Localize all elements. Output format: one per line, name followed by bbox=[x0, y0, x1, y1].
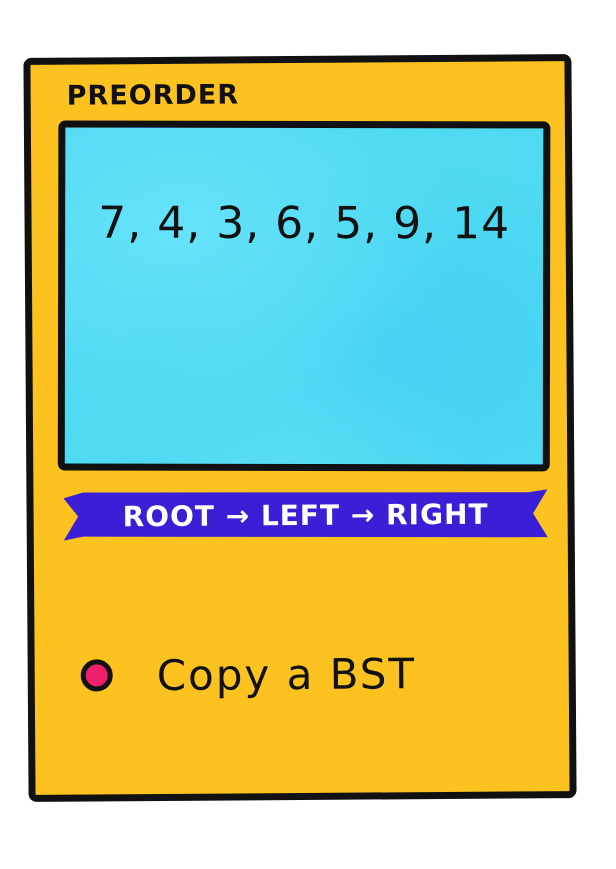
sequence-panel: 7, 4, 3, 6, 5, 9, 14 bbox=[57, 120, 551, 472]
traversal-sequence: 7, 4, 3, 6, 5, 9, 14 bbox=[98, 197, 511, 250]
card-title: PREORDER bbox=[66, 79, 240, 112]
bullet-dot-icon bbox=[80, 659, 113, 692]
watercolor-wash bbox=[64, 127, 544, 465]
preorder-card: PREORDER 7, 4, 3, 6, 5, 9, 14 ROOT → LEF… bbox=[23, 54, 577, 802]
traversal-order-text: ROOT → LEFT → RIGHT bbox=[122, 497, 489, 534]
use-case-text: Copy a BST bbox=[156, 648, 417, 700]
traversal-order-banner: ROOT → LEFT → RIGHT bbox=[63, 489, 547, 540]
use-case-item: Copy a BST bbox=[80, 648, 417, 700]
